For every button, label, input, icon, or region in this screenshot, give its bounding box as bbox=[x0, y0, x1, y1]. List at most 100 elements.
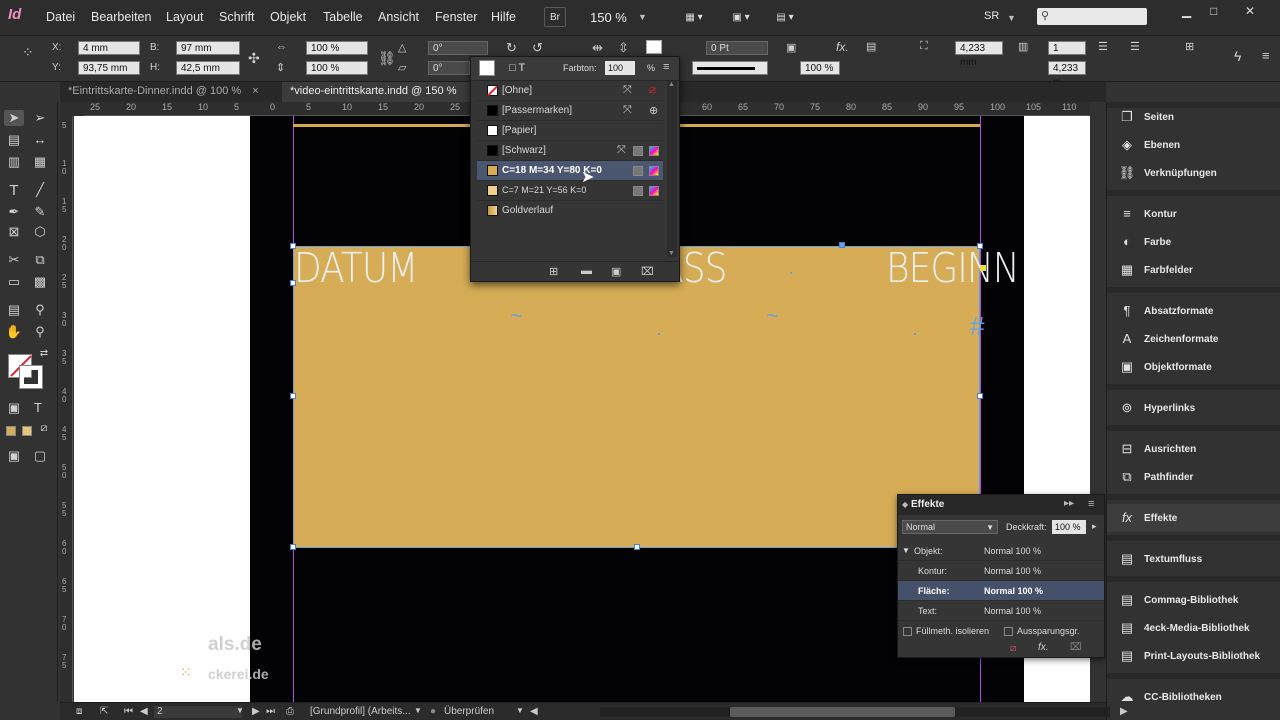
menu-hilfe[interactable]: Hilfe bbox=[491, 10, 516, 24]
quick-apply-icon[interactable]: ϟ bbox=[1234, 48, 1241, 64]
eyedropper-tool-icon[interactable]: ⚲ bbox=[30, 302, 50, 318]
effects-row-text[interactable]: Text: Normal 100 % bbox=[898, 601, 1104, 621]
menu-fenster[interactable]: Fenster bbox=[435, 10, 477, 24]
show-swatch-kinds-icon[interactable]: ⊞ bbox=[549, 265, 558, 278]
isolate-blending-checkbox[interactable] bbox=[903, 627, 912, 636]
knockout-group-checkbox[interactable] bbox=[1004, 627, 1013, 636]
expand-arrow-icon[interactable]: ▼ bbox=[902, 546, 910, 555]
offset-field-1[interactable]: 4,233 mm bbox=[955, 41, 1003, 68]
normal-view-icon[interactable]: ▣ bbox=[4, 448, 24, 464]
formatting-text-icon[interactable]: T bbox=[28, 400, 48, 415]
screen-mode-icon[interactable]: ▣ ▾ bbox=[722, 7, 760, 27]
height-field[interactable]: 42,5 mm bbox=[176, 61, 240, 75]
handle-top-center[interactable] bbox=[839, 242, 845, 248]
text-overflow-marker[interactable] bbox=[980, 265, 986, 271]
maximize-icon[interactable]: □ bbox=[1210, 4, 1217, 18]
x-position-field[interactable]: 4 mm bbox=[78, 41, 140, 55]
constrain-proportions-icon[interactable]: ✣ bbox=[248, 50, 260, 67]
dock-item-kontur[interactable]: ≡ Kontur bbox=[1107, 200, 1280, 228]
blend-mode-dropdown[interactable]: Normal ▼ bbox=[902, 520, 998, 534]
content-placer-icon[interactable]: ▦ bbox=[30, 154, 50, 170]
first-page-icon[interactable]: ⏮ bbox=[124, 706, 133, 717]
clear-effects-icon[interactable]: ⧄ bbox=[1010, 643, 1016, 654]
offset-field-2[interactable]: 4,233 m bbox=[1048, 61, 1086, 88]
scale-y-field[interactable]: 100 % bbox=[306, 61, 368, 75]
y-position-field[interactable]: 93,75 mm bbox=[78, 61, 140, 75]
rotate-cw-icon[interactable]: ↻ bbox=[506, 40, 517, 56]
page-tool-icon[interactable]: ▤ bbox=[4, 132, 24, 148]
columns-field[interactable]: 1 bbox=[1048, 41, 1086, 55]
container-formatting-icon[interactable]: □ T bbox=[509, 62, 525, 74]
view-options-icon[interactable]: ▦ ▾ bbox=[675, 7, 713, 27]
menu-schrift[interactable]: Schrift bbox=[219, 10, 254, 24]
tab-close-icon[interactable]: × bbox=[252, 85, 258, 97]
polygon-tool-icon[interactable]: ⬡ bbox=[30, 224, 50, 240]
new-swatch-icon[interactable]: ▣ bbox=[611, 265, 621, 278]
preview-mode-icon[interactable]: ▢ bbox=[30, 448, 50, 464]
formatting-container-icon[interactable]: ▣ bbox=[4, 400, 24, 416]
bridge-button[interactable]: Br bbox=[544, 7, 566, 27]
effects-row-object[interactable]: ▼ Objekt: Normal 100 % bbox=[898, 541, 1104, 561]
workspace-switcher[interactable]: SR bbox=[984, 10, 999, 22]
dock-item-hyperlinks[interactable]: ⊚ Hyperlinks bbox=[1107, 394, 1280, 422]
scroll-left-icon[interactable]: ◀ bbox=[530, 706, 538, 717]
swatches-menu-icon[interactable]: ≡ bbox=[663, 61, 669, 73]
next-page-icon[interactable]: ▶ bbox=[252, 706, 260, 717]
menu-objekt[interactable]: Objekt bbox=[270, 10, 306, 24]
shear-angle-field[interactable]: 0° bbox=[428, 61, 470, 75]
preflight-profile[interactable]: [Grundprofil] (Arbeits... bbox=[310, 706, 411, 717]
flip-horizontal-icon[interactable]: ⇹ bbox=[592, 40, 603, 56]
collapse-icon[interactable]: ◆ bbox=[902, 500, 908, 509]
type-tool-icon[interactable]: T bbox=[4, 182, 24, 199]
gradient-tool-icon[interactable]: ▭ bbox=[4, 274, 24, 290]
zoom-tool-icon[interactable]: ⚲ bbox=[30, 324, 50, 340]
menu-bearbeiten[interactable]: Bearbeiten bbox=[91, 10, 151, 24]
gap-tool-icon[interactable]: ↔ bbox=[30, 132, 50, 147]
swatch-row-goldverlauf[interactable]: Goldverlauf bbox=[477, 201, 663, 221]
swatch-row-passermarken[interactable]: [Passermarken] ⤧ ⊕ bbox=[477, 101, 663, 121]
content-collector-icon[interactable]: ▥ bbox=[4, 154, 24, 170]
frame-fitting-icon[interactable]: ⛶ bbox=[920, 40, 928, 53]
dock-item-farbe[interactable]: ◐ Farbe bbox=[1107, 228, 1280, 256]
dock-item-4eck-media-bibliothek[interactable]: ▤ 4eck-Media-Bibliothek bbox=[1107, 614, 1280, 642]
swatch-row-schwarz[interactable]: [Schwarz] ⤧ bbox=[477, 141, 663, 161]
ruler-origin[interactable] bbox=[60, 102, 84, 116]
handle-middle-right[interactable] bbox=[977, 393, 983, 399]
menu-ansicht[interactable]: Ansicht bbox=[378, 10, 419, 24]
flip-vertical-icon[interactable]: ⇳ bbox=[618, 40, 629, 56]
swatch-row-light-gold[interactable]: C=7 M=21 Y=56 K=0 bbox=[477, 181, 663, 201]
delete-effect-icon[interactable]: ⌧ bbox=[1070, 642, 1082, 653]
menu-layout[interactable]: Layout bbox=[166, 10, 204, 24]
fill-stroke-toggle-icon[interactable] bbox=[479, 60, 495, 76]
fill-none-swatch[interactable] bbox=[646, 40, 662, 54]
stroke-type-dropdown[interactable] bbox=[692, 61, 768, 75]
swatches-scrollbar[interactable]: ▲ ▼ bbox=[667, 81, 677, 257]
width-field[interactable]: 97 mm bbox=[176, 41, 240, 55]
opacity-field[interactable]: 100 % bbox=[800, 61, 840, 75]
fx-icon[interactable]: fx. bbox=[836, 40, 849, 54]
rectangle-frame-tool-icon[interactable]: ⊠ bbox=[4, 224, 24, 240]
minimize-icon[interactable]: ▁ bbox=[1182, 4, 1191, 18]
dock-item-objektformate[interactable]: ▣ Objektformate bbox=[1107, 353, 1280, 381]
effects-row-stroke[interactable]: Kontur: Normal 100 % bbox=[898, 561, 1104, 581]
dock-item-print-layouts-bibliothek[interactable]: ▤ Print-Layouts-Bibliothek bbox=[1107, 642, 1280, 670]
dock-item-verknuepfungen[interactable]: ⛓ Verknüpfungen bbox=[1107, 159, 1280, 187]
note-tool-icon[interactable]: ▤ bbox=[4, 302, 24, 318]
delete-swatch-icon[interactable]: ⌧ bbox=[641, 265, 654, 278]
workspace-chevron-down-icon[interactable]: ▼ bbox=[1007, 13, 1016, 23]
scroll-right-icon[interactable]: ▶ bbox=[1120, 706, 1128, 717]
reference-point-icon[interactable]: ⁘ bbox=[22, 44, 34, 61]
distribute-icon[interactable]: ☰ bbox=[1130, 40, 1140, 53]
dock-item-farbfelder[interactable]: ▦ Farbfelder bbox=[1107, 256, 1280, 284]
dock-item-cc-bibliotheken[interactable]: ☁ CC-Bibliotheken bbox=[1107, 683, 1280, 711]
rotate-ccw-icon[interactable]: ↺ bbox=[532, 40, 543, 56]
arrange-documents-icon[interactable]: ▤ ▾ bbox=[770, 7, 800, 27]
close-icon[interactable]: ✕ bbox=[1245, 4, 1255, 18]
selection-tool-icon[interactable]: ➤ bbox=[4, 110, 24, 126]
scrollbar-thumb[interactable] bbox=[730, 707, 955, 717]
handle-top-right[interactable] bbox=[977, 243, 983, 249]
selection-container-icon[interactable]: ⊞ bbox=[1185, 40, 1194, 53]
menu-datei[interactable]: Datei bbox=[46, 10, 75, 24]
dock-item-absatzformate[interactable]: ¶ Absatzformate bbox=[1107, 297, 1280, 325]
horizontal-scrollbar[interactable] bbox=[600, 707, 1110, 717]
